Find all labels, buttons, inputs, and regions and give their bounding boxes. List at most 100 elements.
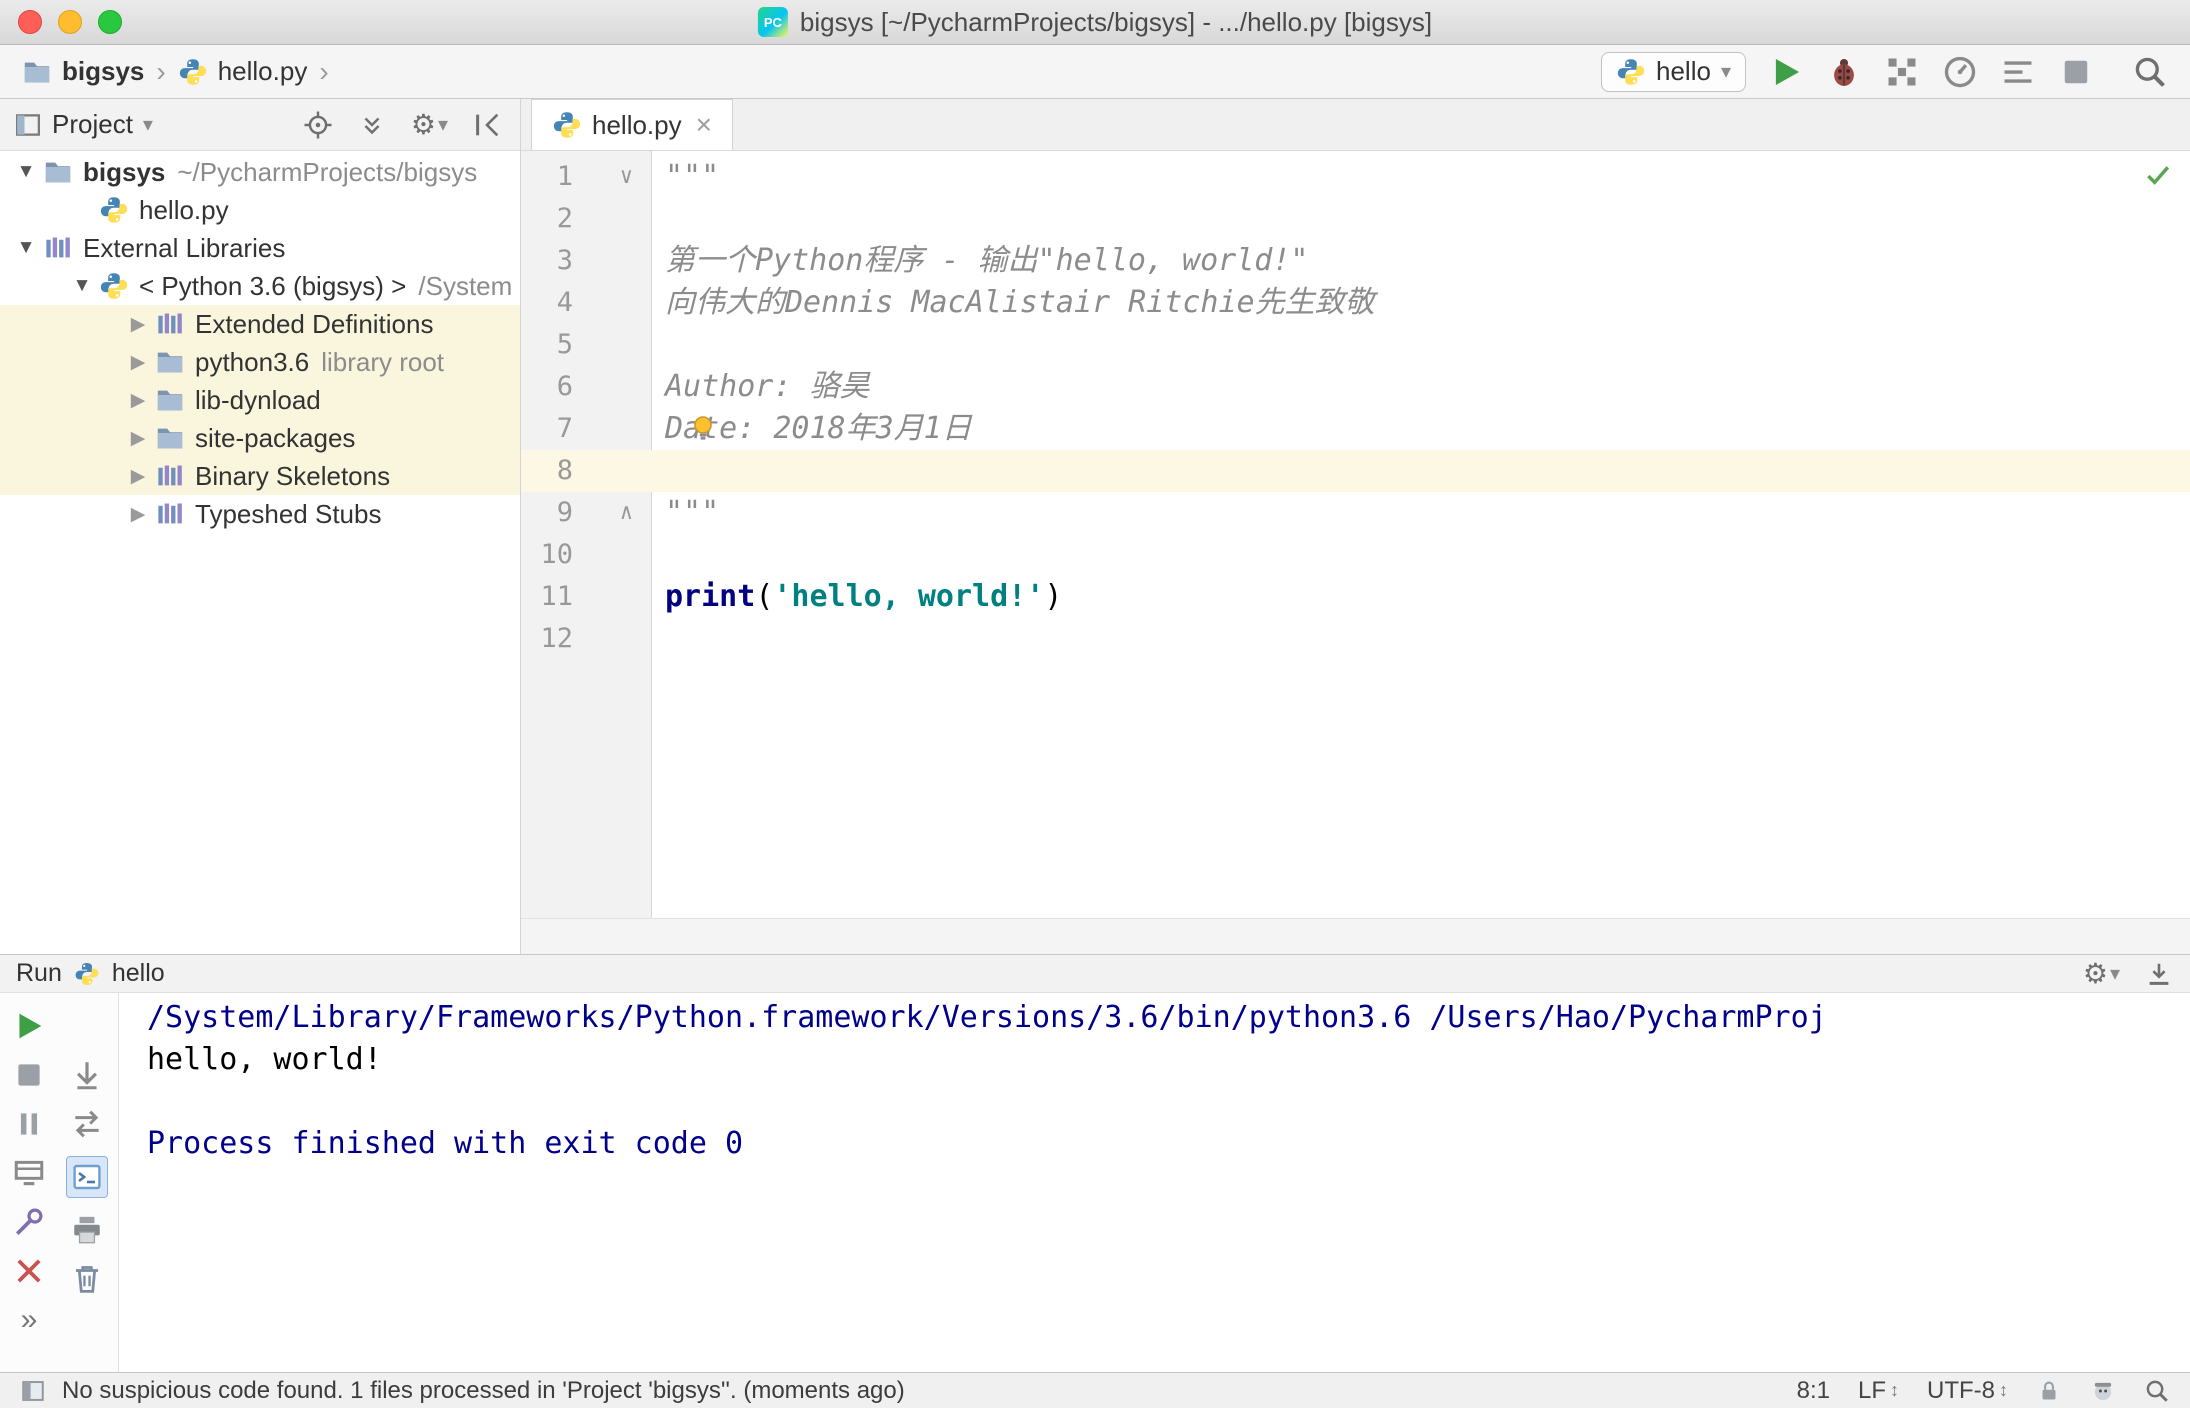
rerun-button[interactable] [12,1009,46,1043]
intention-bulb-icon[interactable] [687,413,719,445]
highlighting-level-icon[interactable] [2090,1378,2116,1404]
editor-scrollbar-strip[interactable] [521,918,2190,954]
code-line[interactable]: 6 Author: 骆昊 [521,366,2190,408]
stop-button[interactable] [12,1058,46,1092]
folder-icon [43,157,73,187]
edit-configurations-button[interactable] [12,1205,46,1239]
settings-gear-button[interactable]: ⚙ ▾ [2083,957,2120,990]
locate-file-button[interactable] [303,110,333,140]
code-line[interactable]: 4 向伟大的Dennis MacAlistair Ritchie先生致敬 [521,282,2190,324]
expand-toggle-icon[interactable]: ▶ [123,427,153,450]
code-line[interactable]: 1 ∨ """ [521,156,2190,198]
line-number: 8 [556,455,573,486]
line-number: 11 [540,581,573,612]
scroll-to-end-button[interactable] [70,1058,104,1092]
collapse-toggle-icon[interactable]: ▼ [67,275,97,297]
run-panel-title[interactable]: Run [16,959,62,988]
pause-output-button[interactable] [12,1107,46,1141]
fold-gutter [577,576,651,618]
fold-marker-icon[interactable]: ∧ [577,492,651,534]
search-everywhere-button[interactable] [2132,54,2168,90]
hide-panel-button[interactable] [472,110,502,140]
chevron-down-icon[interactable]: ▾ [143,112,153,137]
code-line[interactable]: 8 [521,450,2190,492]
line-number: 4 [556,287,573,318]
main-area: Project ▾ ⚙ ▾ ▼ bigsys ~/PycharmProjects/b… [0,99,2190,954]
code-line[interactable]: 9 ∧ """ [521,492,2190,534]
run-console-output[interactable]: /System/Library/Frameworks/Python.framew… [119,993,2190,1372]
run-config-selector[interactable]: hello ▾ [1601,51,1746,92]
dock-panel-button[interactable] [2144,959,2174,989]
tree-item[interactable]: hello.py [0,191,520,229]
soft-wrap-button[interactable] [70,1107,104,1141]
expand-toggle-icon[interactable]: ▶ [123,313,153,336]
expand-toggle-icon[interactable]: ▶ [123,389,153,412]
breadcrumb-file[interactable]: hello.py [218,56,308,87]
tree-item[interactable]: ▶ python3.6 library root [0,343,520,381]
editor-tab-bar: hello.py × [521,99,2190,151]
tree-item[interactable]: ▼ < Python 3.6 (bigsys) > /System [0,267,520,305]
search-icon[interactable] [2144,1378,2170,1404]
stop-button[interactable] [2058,54,2094,90]
readonly-lock-icon[interactable] [2036,1378,2062,1404]
tree-item-label: hello.py [139,194,229,225]
titlebar[interactable]: PC bigsys [~/PycharmProjects/bigsys] - .… [0,0,2190,45]
tree-item[interactable]: ▶ lib-dynload [0,381,520,419]
run-panel-body: » /System/Library/Frameworks/Python.fram… [0,993,2190,1372]
folder-icon [155,385,185,415]
encoding-value: UTF-8 [1927,1376,1995,1404]
close-window-button[interactable] [18,10,42,34]
run-button[interactable] [1768,54,1804,90]
code-line[interactable]: 7 Date: 2018年3月1日 [521,408,2190,450]
run-with-coverage-button[interactable] [1884,54,1920,90]
collapse-toggle-icon[interactable]: ▼ [11,161,41,183]
collapse-all-button[interactable] [357,110,387,140]
tree-item[interactable]: ▼ bigsys ~/PycharmProjects/bigsys [0,153,520,191]
code-line[interactable]: 3 第一个Python程序 - 输出"hello, world!" [521,240,2190,282]
debug-button[interactable] [1826,54,1862,90]
minimize-window-button[interactable] [58,10,82,34]
line-number: 2 [556,203,573,234]
caret-position-widget[interactable]: 8:1 [1797,1377,1830,1405]
fullscreen-window-button[interactable] [98,10,122,34]
tree-item[interactable]: ▶ Binary Skeletons [0,457,520,495]
print-button[interactable] [70,1213,104,1247]
clear-console-button[interactable] [70,1262,104,1296]
more-actions-button[interactable]: » [21,1303,38,1337]
fold-marker-icon[interactable]: ∨ [577,156,651,198]
collapse-toggle-icon[interactable]: ▼ [11,237,41,259]
tool-window-icon [14,111,42,139]
code-token: """ [665,159,720,194]
profiler-button[interactable] [1942,54,1978,90]
tree-item[interactable]: ▼ External Libraries [0,229,520,267]
tree-item-label: External Libraries [83,232,286,263]
restore-layout-button[interactable] [12,1156,46,1190]
inspection-status-icon[interactable] [2144,161,2172,189]
expand-toggle-icon[interactable]: ▶ [123,465,153,488]
tree-item[interactable]: ▶ Typeshed Stubs [0,495,520,533]
expand-toggle-icon[interactable]: ▶ [123,503,153,526]
code-line[interactable]: 5 [521,324,2190,366]
close-tab-icon[interactable]: × [696,109,712,141]
code-line[interactable]: 10 [521,534,2190,576]
code-line[interactable]: 11 print('hello, world!') [521,576,2190,618]
line-separator-widget[interactable]: LF ↕ [1858,1377,1899,1405]
expand-toggle-icon[interactable]: ▶ [123,351,153,374]
tree-item[interactable]: ▶ Extended Definitions [0,305,520,343]
encoding-widget[interactable]: UTF-8 ↕ [1927,1377,2008,1405]
breadcrumb-project[interactable]: bigsys [62,56,144,87]
tool-window-switcher-icon[interactable] [20,1378,46,1404]
code-token: ( [755,579,774,614]
project-panel-header: Project ▾ ⚙ ▾ [0,99,520,151]
close-console-button[interactable] [12,1254,46,1288]
code-line[interactable]: 12 [521,618,2190,660]
code-line[interactable]: 2 [521,198,2190,240]
run-toolbar-column: » [0,1009,58,1372]
show-console-button[interactable] [66,1156,108,1198]
tree-item[interactable]: ▶ site-packages [0,419,520,457]
code-editor[interactable]: 1 ∨ """ 2 3 第一个Python程序 - 输出"hello, world!" 4 向… [521,151,2190,918]
editor-tab[interactable]: hello.py × [531,99,733,150]
settings-gear-button[interactable]: ⚙ ▾ [411,108,448,141]
concurrency-diagram-button[interactable] [2000,54,2036,90]
project-panel-title[interactable]: Project [52,109,133,140]
